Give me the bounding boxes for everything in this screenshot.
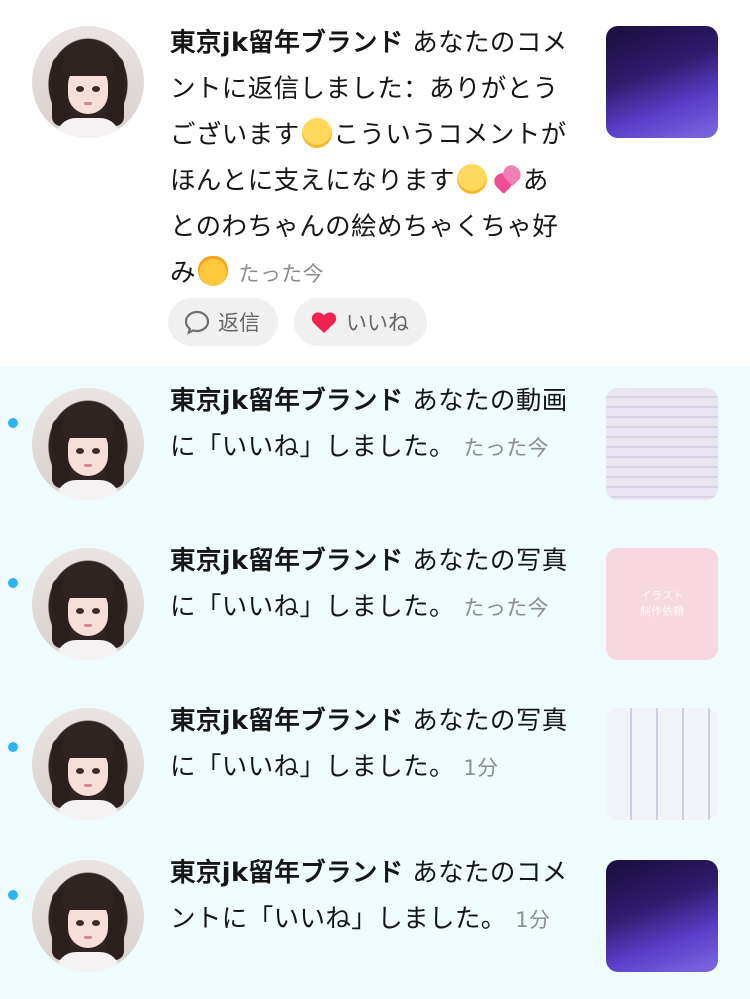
crying-face-icon — [456, 164, 487, 194]
action-row: 返信 いいね — [168, 298, 427, 346]
sender-name[interactable]: 東京jk留年ブランド — [170, 858, 404, 888]
notification-item[interactable]: 東京jk留年ブランド あなたの写真に「いいね」しました。 1分 — [0, 686, 750, 838]
thumbnail[interactable] — [606, 708, 718, 820]
timestamp: たった今 — [463, 436, 550, 460]
timestamp: たった今 — [238, 262, 325, 286]
notification-text: 東京jk留年ブランド あなたのコメントに返信しました：ありがとうございます こうい… — [170, 20, 570, 297]
notification-text: 東京jk留年ブランド あなたの写真に「いいね」しました。 1分 — [170, 698, 570, 791]
heart-icon — [311, 312, 337, 333]
timestamp: 1分 — [515, 908, 551, 932]
notification-item[interactable]: 東京jk留年ブランド あなたの写真に「いいね」しました。 たった今 イラスト 制… — [0, 526, 750, 686]
sender-name[interactable]: 東京jk留年ブランド — [170, 386, 404, 416]
unread-dot — [8, 890, 18, 900]
reply-label: 返信 — [218, 311, 260, 335]
like-label: いいね — [346, 311, 409, 335]
notification-item[interactable]: 東京jk留年ブランド あなたの動画に「いいね」しました。 たった今 — [0, 366, 750, 526]
sender-name[interactable]: 東京jk留年ブランド — [170, 546, 404, 576]
heart-eyes-cat-icon — [197, 256, 228, 286]
sender-name[interactable]: 東京jk留年ブランド — [170, 28, 404, 58]
thumbnail-caption: イラスト 制作依頼 — [640, 589, 684, 618]
notification-text: 東京jk留年ブランド あなたの写真に「いいね」しました。 たった今 — [170, 538, 570, 631]
avatar[interactable] — [32, 860, 144, 972]
crying-face-icon — [301, 118, 332, 148]
thumbnail[interactable] — [606, 26, 718, 138]
thumbnail[interactable] — [606, 860, 718, 972]
notification-item[interactable]: 東京jk留年ブランド あなたのコメントに返信しました：ありがとうございます こうい… — [0, 0, 750, 366]
notification-text: 東京jk留年ブランド あなたのコメントに「いいね」しました。 1分 — [170, 850, 570, 943]
thumbnail[interactable] — [606, 388, 718, 500]
sender-name[interactable]: 東京jk留年ブランド — [170, 706, 404, 736]
unread-dot — [8, 578, 18, 588]
speech-bubble-icon — [184, 310, 210, 335]
thumbnail[interactable]: イラスト 制作依頼 — [606, 548, 718, 660]
timestamp: 1分 — [463, 756, 499, 780]
avatar[interactable] — [32, 26, 144, 138]
like-button[interactable]: いいね — [294, 298, 427, 346]
avatar[interactable] — [32, 388, 144, 500]
notification-feed: 東京jk留年ブランド あなたのコメントに返信しました：ありがとうございます こうい… — [0, 0, 750, 999]
notification-item[interactable]: 東京jk留年ブランド あなたのコメントに「いいね」しました。 1分 — [0, 838, 750, 999]
avatar[interactable] — [32, 708, 144, 820]
timestamp: たった今 — [463, 596, 550, 620]
unread-dot — [8, 742, 18, 752]
unread-dot — [8, 418, 18, 428]
reply-button[interactable]: 返信 — [168, 298, 278, 346]
revolving-hearts-icon — [491, 164, 521, 194]
avatar[interactable] — [32, 548, 144, 660]
notification-text: 東京jk留年ブランド あなたの動画に「いいね」しました。 たった今 — [170, 378, 570, 471]
